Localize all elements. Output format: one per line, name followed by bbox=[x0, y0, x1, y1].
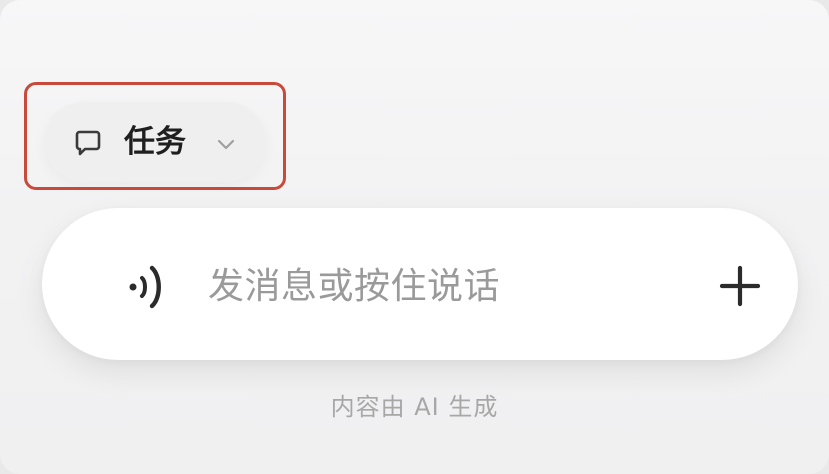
chevron-down-icon bbox=[214, 132, 238, 156]
mode-selector[interactable]: 任务 bbox=[44, 102, 266, 182]
plus-icon bbox=[719, 265, 761, 307]
message-input-placeholder[interactable]: 发消息或按住说话 bbox=[208, 266, 500, 308]
ai-generated-note: 内容由 AI 生成 bbox=[330, 393, 499, 421]
voice-icon[interactable] bbox=[122, 258, 178, 314]
add-button[interactable] bbox=[714, 260, 766, 312]
mode-label: 任务 bbox=[124, 124, 186, 160]
message-composer: 发消息或按住说话 bbox=[42, 208, 798, 360]
chat-bubble-icon bbox=[70, 126, 106, 162]
screen-background: 任务 发消息或按住说话 内容由 AI 生成 bbox=[0, 0, 829, 474]
